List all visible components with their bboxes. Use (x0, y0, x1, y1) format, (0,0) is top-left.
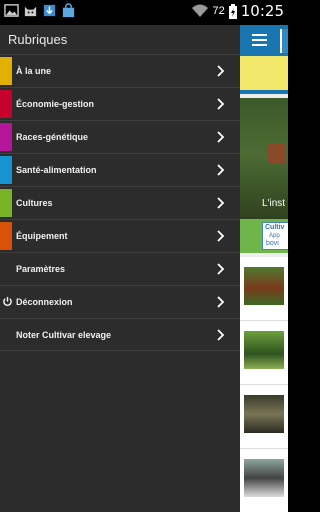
chevron-right-icon (217, 65, 225, 77)
article-thumbnail (244, 459, 284, 497)
action-bar (240, 25, 288, 56)
menu-item-a-la-une[interactable]: À la une (0, 54, 240, 87)
menu-item-races-genetique[interactable]: Races-génétique (0, 120, 240, 153)
article-thumbnail (244, 395, 284, 433)
list-item[interactable] (240, 257, 288, 321)
ad-banner[interactable]: Cultiv App bovi (240, 219, 288, 253)
featured-caption: L'inst (262, 198, 286, 209)
status-bar: 72 10:25 (0, 0, 288, 25)
article-list (240, 257, 288, 512)
app-logo (280, 29, 288, 53)
header-banner (240, 56, 288, 94)
ad-line3: bovi (266, 240, 279, 247)
battery-level: 72 (212, 5, 225, 17)
list-item[interactable] (240, 321, 288, 385)
chevron-right-icon (217, 197, 225, 209)
chevron-right-icon (217, 164, 225, 176)
list-item[interactable] (240, 449, 288, 512)
menu-item-label: À la une (16, 66, 52, 76)
background-app: L'inst Cultiv App bovi (240, 25, 288, 512)
gallery-icon (4, 4, 19, 17)
menu-item-label: Races-génétique (16, 132, 89, 142)
menu-item-cultures[interactable]: Cultures (0, 186, 240, 219)
category-color (0, 90, 12, 118)
menu-item-equipement[interactable]: Équipement (0, 219, 240, 252)
category-color (0, 189, 12, 217)
cat-icon (24, 6, 37, 17)
menu-item-label: Déconnexion (16, 297, 73, 307)
category-color (0, 156, 12, 184)
chevron-right-icon (217, 296, 225, 308)
menu-item-label: Économie-gestion (16, 99, 95, 109)
navigation-drawer: Rubriques À la une Économie-gestion Race… (0, 25, 240, 512)
menu-item-label: Paramètres (16, 264, 66, 274)
menu-item-label: Équipement (16, 231, 68, 241)
category-color (0, 57, 12, 85)
article-thumbnail (244, 331, 284, 369)
ad-box: Cultiv App bovi (262, 222, 288, 250)
featured-article[interactable]: L'inst (240, 98, 288, 223)
power-icon (3, 296, 12, 306)
store-icon (62, 3, 75, 18)
ad-title: Cultiv (265, 224, 285, 231)
article-thumbnail (244, 267, 284, 305)
menu-item-economie-gestion[interactable]: Économie-gestion (0, 87, 240, 120)
wifi-icon (191, 4, 208, 17)
chevron-right-icon (217, 98, 225, 110)
chevron-right-icon (217, 230, 225, 242)
menu-item-label: Santé-alimentation (16, 165, 97, 175)
menu-item-noter-app[interactable]: Noter Cultivar elevage (0, 318, 240, 351)
drawer-menu: À la une Économie-gestion Races-génétiqu… (0, 54, 240, 351)
chevron-right-icon (217, 263, 225, 275)
menu-icon[interactable] (252, 34, 267, 46)
category-color (0, 222, 12, 250)
menu-item-label: Cultures (16, 198, 53, 208)
download-icon (43, 4, 56, 17)
menu-item-sante-alimentation[interactable]: Santé-alimentation (0, 153, 240, 186)
menu-item-parametres[interactable]: Paramètres (0, 252, 240, 285)
clock: 10:25 (240, 2, 284, 20)
featured-image (268, 143, 286, 163)
chevron-right-icon (217, 329, 225, 341)
list-item[interactable] (240, 385, 288, 449)
menu-item-label: Noter Cultivar elevage (16, 329, 112, 340)
drawer-title: Rubriques (8, 32, 68, 47)
category-color (0, 123, 12, 151)
menu-item-deconnexion[interactable]: Déconnexion (0, 285, 240, 318)
ad-line2: App (269, 233, 280, 239)
battery-icon (228, 3, 237, 19)
chevron-right-icon (217, 131, 225, 143)
